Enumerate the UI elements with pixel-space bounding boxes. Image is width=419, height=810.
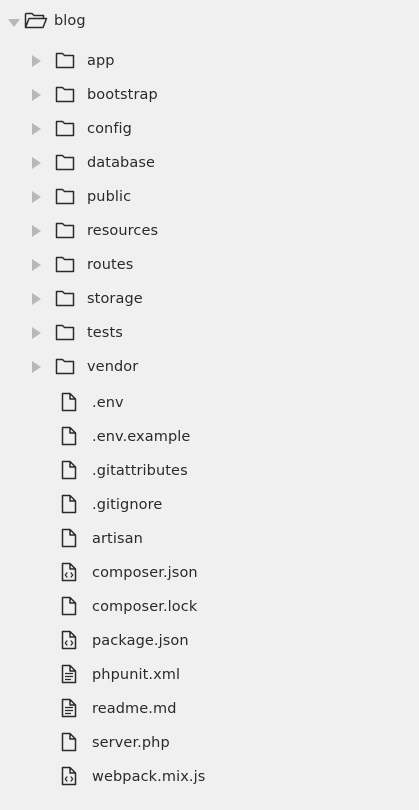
folder-open-icon (24, 12, 48, 29)
folder-icon (55, 188, 75, 205)
tree-file[interactable]: phpunit.xml (0, 658, 419, 692)
tree-folder[interactable]: tests (0, 316, 419, 350)
file-text-icon (61, 698, 77, 718)
file-icon (61, 426, 77, 446)
tree-file[interactable]: artisan (0, 522, 419, 556)
chevron-right-icon[interactable] (30, 325, 44, 341)
tree-folder[interactable]: vendor (0, 350, 419, 384)
tree-file-label: webpack.mix.js (92, 769, 206, 785)
tree-folder-label: config (87, 121, 132, 137)
tree-folder-label: database (87, 155, 156, 171)
folder-icon (55, 290, 75, 307)
chevron-right-icon[interactable] (30, 359, 44, 375)
folder-icon (55, 222, 75, 239)
tree-folder[interactable]: bootstrap (0, 78, 419, 112)
file-icon (61, 528, 77, 548)
file-text-icon (61, 664, 77, 684)
chevron-right-icon[interactable] (30, 87, 44, 103)
file-icon (61, 460, 77, 480)
folder-icon (55, 120, 75, 137)
tree-file-label: .gitattributes (92, 463, 188, 479)
tree-folder-label: resources (87, 223, 159, 239)
tree-folder[interactable]: resources (0, 214, 419, 248)
tree-folder[interactable]: app (0, 44, 419, 78)
tree-file[interactable]: readme.md (0, 692, 419, 726)
tree-file[interactable]: composer.json (0, 556, 419, 590)
tree-folder[interactable]: config (0, 112, 419, 146)
tree-file-label: artisan (92, 531, 143, 547)
file-icon (61, 732, 77, 752)
folder-icon (55, 358, 75, 375)
file-tree: blog app bootstrap config database publi… (0, 0, 419, 810)
tree-file[interactable]: .env (0, 386, 419, 420)
file-code-icon (61, 766, 77, 786)
tree-file[interactable]: composer.lock (0, 590, 419, 624)
tree-file[interactable]: webpack.mix.js (0, 760, 419, 794)
tree-folder[interactable]: storage (0, 282, 419, 316)
folder-icon (55, 86, 75, 103)
chevron-down-icon[interactable] (7, 16, 21, 32)
tree-folder-label: bootstrap (87, 87, 158, 103)
folder-icon (55, 256, 75, 273)
file-code-icon (61, 630, 77, 650)
tree-folder-label: routes (87, 257, 134, 273)
tree-file-label: package.json (92, 633, 189, 649)
tree-folder-label: app (87, 53, 115, 69)
chevron-right-icon[interactable] (30, 155, 44, 171)
chevron-right-icon[interactable] (30, 291, 44, 307)
file-icon (61, 596, 77, 616)
tree-file[interactable]: package.json (0, 624, 419, 658)
tree-file-label: .env.example (92, 429, 191, 445)
tree-file-label: .env (92, 395, 124, 411)
tree-file-label: composer.lock (92, 599, 198, 615)
chevron-right-icon[interactable] (30, 53, 44, 69)
file-icon (61, 494, 77, 514)
tree-root-blog[interactable]: blog (0, 4, 419, 38)
tree-folder-label: vendor (87, 359, 139, 375)
folder-icon (55, 52, 75, 69)
chevron-right-icon[interactable] (30, 189, 44, 205)
tree-file-label: composer.json (92, 565, 198, 581)
tree-file-label: phpunit.xml (92, 667, 181, 683)
tree-file[interactable]: server.php (0, 726, 419, 760)
folder-icon (55, 154, 75, 171)
tree-file[interactable]: .gitignore (0, 488, 419, 522)
tree-root-label: blog (54, 13, 86, 29)
tree-file-label: readme.md (92, 701, 177, 717)
chevron-right-icon[interactable] (30, 257, 44, 273)
file-code-icon (61, 562, 77, 582)
tree-folder-label: tests (87, 325, 123, 341)
tree-folder[interactable]: routes (0, 248, 419, 282)
chevron-right-icon[interactable] (30, 121, 44, 137)
tree-file-label: server.php (92, 735, 170, 751)
tree-file-label: .gitignore (92, 497, 163, 513)
tree-folder[interactable]: database (0, 146, 419, 180)
tree-folder-label: storage (87, 291, 143, 307)
folder-icon (55, 324, 75, 341)
chevron-right-icon[interactable] (30, 223, 44, 239)
tree-file[interactable]: .gitattributes (0, 454, 419, 488)
tree-folder[interactable]: public (0, 180, 419, 214)
tree-folder-label: public (87, 189, 132, 205)
tree-file[interactable]: .env.example (0, 420, 419, 454)
file-icon (61, 392, 77, 412)
